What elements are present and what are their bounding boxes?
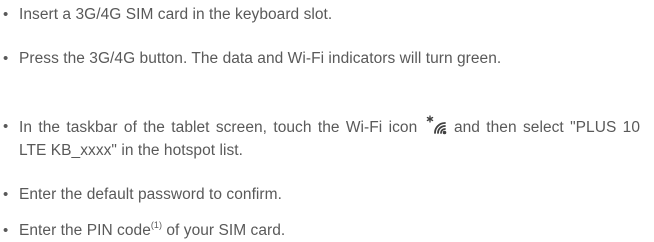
bullet-icon: • [3, 222, 9, 239]
bullet-icon: • [3, 50, 9, 67]
bullet-icon: • [3, 118, 9, 135]
footnote-reference: (1) [150, 219, 163, 230]
list-item-text-before-note: Enter the PIN code [19, 222, 151, 239]
list-item-text: Enter the PIN code(1) of your SIM card. [19, 219, 640, 242]
list-item: • Enter the default password to confirm. [0, 183, 640, 206]
list-item: • Press the 3G/4G button. The data and W… [0, 47, 640, 70]
instruction-list: • Insert a 3G/4G SIM card in the keyboar… [0, 0, 654, 241]
list-item-text: Enter the default password to confirm. [19, 186, 282, 203]
list-item-text: Press the 3G/4G button. The data and Wi-… [19, 50, 502, 67]
list-item-text: In the taskbar of the tablet screen, tou… [19, 115, 640, 162]
bullet-icon: • [3, 6, 9, 23]
list-item: • Enter the PIN code(1) of your SIM card… [0, 219, 640, 242]
list-item-text-after-note: of your SIM card. [162, 222, 286, 239]
list-item: • Insert a 3G/4G SIM card in the keyboar… [0, 3, 640, 26]
wifi-icon [426, 115, 448, 135]
list-item-text: Insert a 3G/4G SIM card in the keyboard … [19, 6, 333, 23]
bullet-icon: • [3, 186, 9, 203]
list-item: • In the taskbar of the tablet screen, t… [0, 115, 640, 162]
list-item-text-before-icon: In the taskbar of the tablet screen, tou… [19, 119, 418, 136]
